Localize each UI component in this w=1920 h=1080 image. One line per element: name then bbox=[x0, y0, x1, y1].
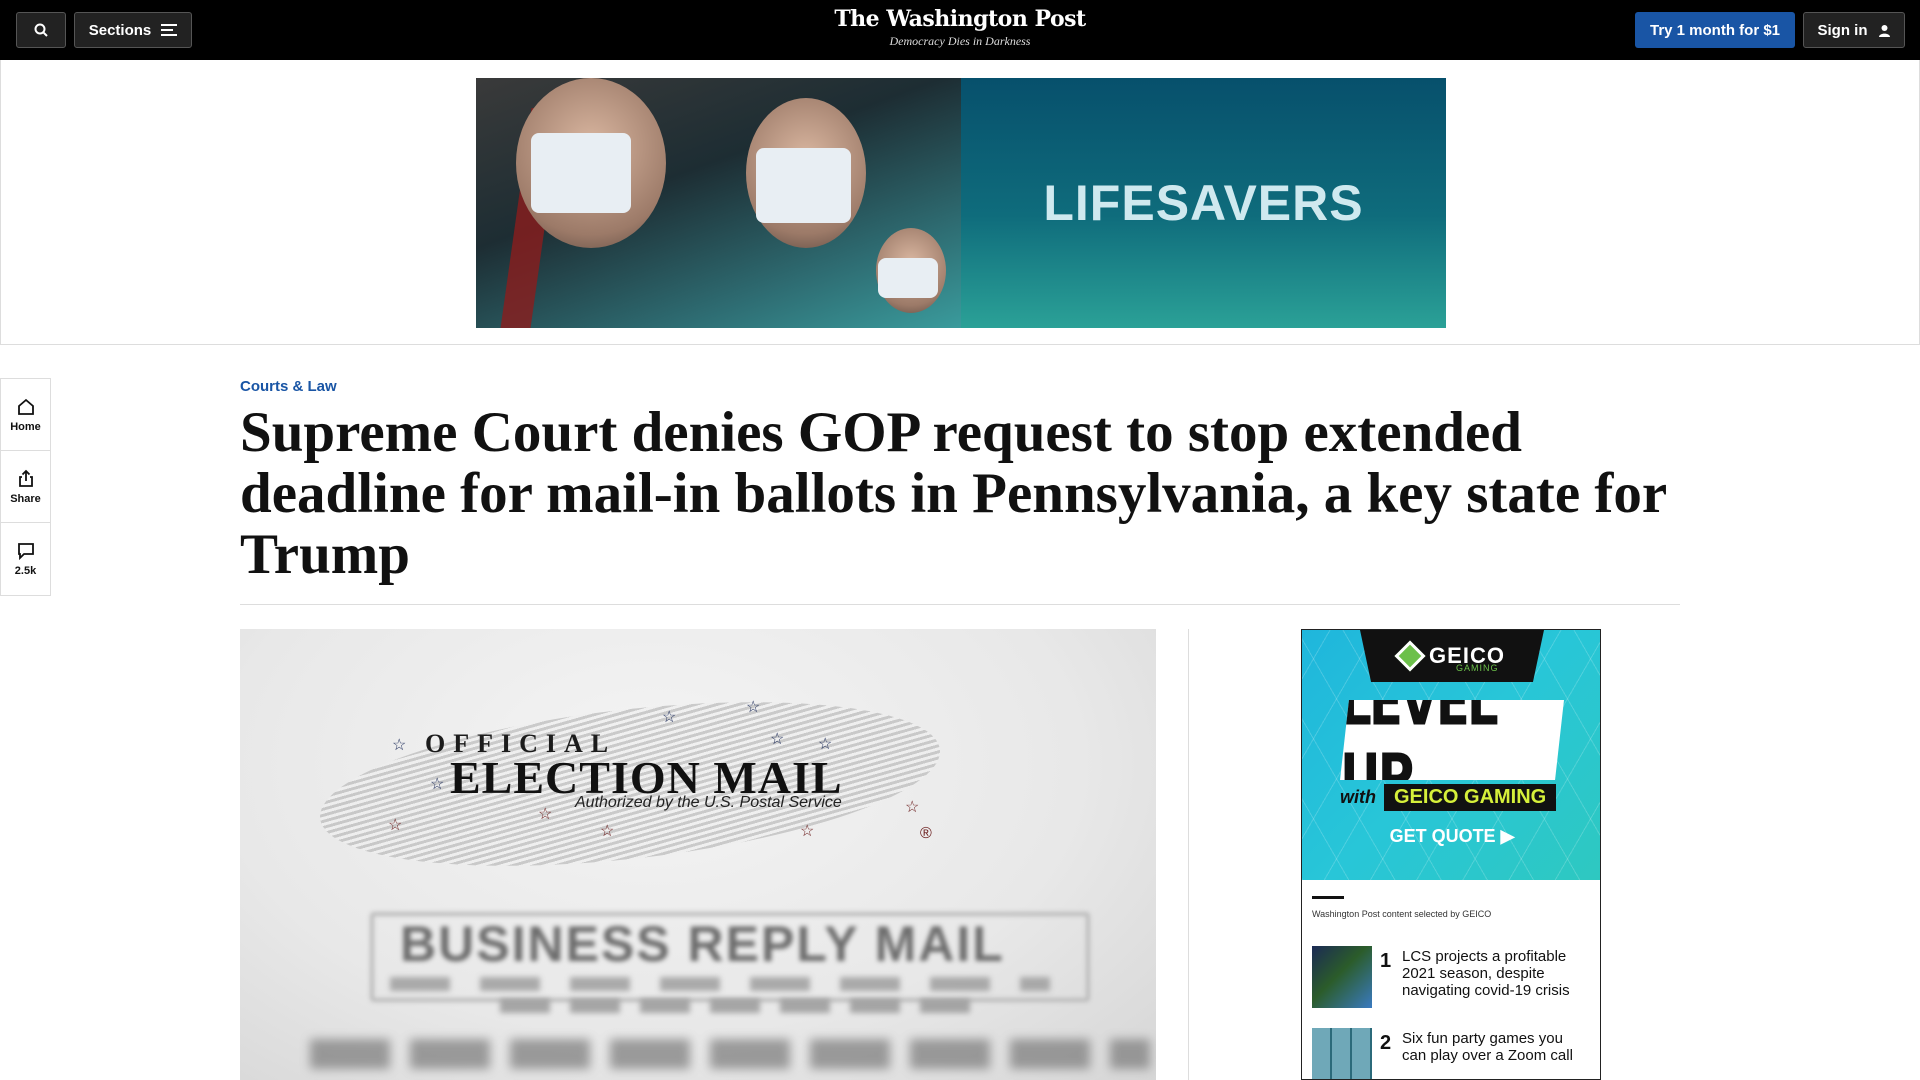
promo-item-2[interactable]: 2 Six fun party games you can play over … bbox=[1312, 1028, 1592, 1079]
masthead-logo[interactable]: The Washington Post Democracy Dies in Da… bbox=[760, 6, 1160, 49]
sections-label: Sections bbox=[88, 21, 152, 39]
promo-number: 1 bbox=[1380, 950, 1392, 972]
hamburger-icon bbox=[161, 24, 178, 36]
promo-title: LCS projects a profitable 2021 season, d… bbox=[1402, 948, 1570, 999]
left-rail: Home Share 2.5k bbox=[0, 378, 51, 596]
top-navigation: Sections The Washington Post Democracy D… bbox=[0, 0, 1920, 60]
with-geico-gaming: with GEICO GAMING bbox=[1340, 782, 1572, 812]
geico-diamond-icon bbox=[1394, 640, 1426, 672]
geico-gaming-text: GEICO GAMING bbox=[1384, 783, 1557, 811]
promo-item-1[interactable]: 1 LCS projects a profitable 2021 season,… bbox=[1312, 946, 1592, 1008]
site-tagline: Democracy Dies in Darkness bbox=[889, 34, 1031, 48]
get-quote-button[interactable]: GET QUOTE ▶ bbox=[1302, 826, 1600, 847]
site-logo[interactable]: The Washington Post bbox=[760, 6, 1160, 32]
promo-title: Six fun party games you can play over a … bbox=[1402, 1030, 1573, 1064]
lead-image[interactable]: ☆ ☆ ☆ ☆ ☆ ☆ ☆ ☆ ☆ ☆ ☆ ® OFFICIAL ELECTIO… bbox=[240, 629, 1156, 1080]
geico-logo: GEICO GAMING bbox=[1360, 630, 1544, 682]
sections-button[interactable]: Sections bbox=[74, 12, 192, 48]
sign-in-button[interactable]: Sign in bbox=[1803, 12, 1905, 48]
user-icon bbox=[1878, 24, 1890, 37]
home-icon bbox=[17, 398, 34, 415]
top-ad-banner[interactable]: LIFESAVERS bbox=[476, 78, 1446, 328]
header-divider bbox=[240, 604, 1680, 605]
ad-photo bbox=[476, 78, 961, 328]
share-label: Share bbox=[10, 492, 41, 505]
promo-thumbnail bbox=[1312, 1028, 1372, 1079]
article-headline: Supreme Court denies GOP request to stop… bbox=[240, 401, 1667, 586]
column-divider bbox=[1188, 629, 1189, 1080]
subscribe-button[interactable]: Try 1 month for $1 bbox=[1635, 12, 1795, 48]
share-button[interactable]: Share bbox=[1, 451, 50, 523]
top-ad-container: LIFESAVERS bbox=[0, 60, 1920, 345]
sponsored-label: Washington Post content selected by GEIC… bbox=[1312, 909, 1492, 919]
search-icon bbox=[34, 23, 48, 37]
home-button[interactable]: Home bbox=[1, 379, 50, 451]
share-icon bbox=[18, 469, 33, 487]
level-up-banner: LEVEL UP bbox=[1340, 700, 1564, 780]
promo-thumbnail bbox=[1312, 946, 1372, 1008]
search-button[interactable] bbox=[16, 12, 66, 48]
business-reply-text: BUSINESS REPLY MAIL bbox=[400, 916, 1005, 972]
with-text: with bbox=[1340, 786, 1376, 807]
authorized-text: Authorized by the U.S. Postal Service bbox=[575, 794, 842, 811]
section-kicker-link[interactable]: Courts & Law bbox=[240, 378, 337, 395]
geico-ad-banner[interactable]: GEICO GAMING LEVEL UP with GEICO GAMING … bbox=[1302, 630, 1600, 880]
comments-count: 2.5k bbox=[14, 565, 37, 577]
comments-button[interactable]: 2.5k bbox=[1, 523, 50, 595]
home-label: Home bbox=[10, 420, 41, 433]
geico-brand-sub: GAMING bbox=[1456, 663, 1499, 673]
sign-in-label: Sign in bbox=[1817, 21, 1868, 39]
sponsored-rule bbox=[1312, 896, 1344, 899]
comment-icon bbox=[17, 543, 34, 561]
promo-number: 2 bbox=[1380, 1032, 1392, 1054]
ad-text-panel: LIFESAVERS bbox=[961, 78, 1446, 328]
ad-headline: LIFESAVERS bbox=[1043, 175, 1364, 231]
side-ad: GEICO GAMING LEVEL UP with GEICO GAMING … bbox=[1301, 629, 1601, 1080]
